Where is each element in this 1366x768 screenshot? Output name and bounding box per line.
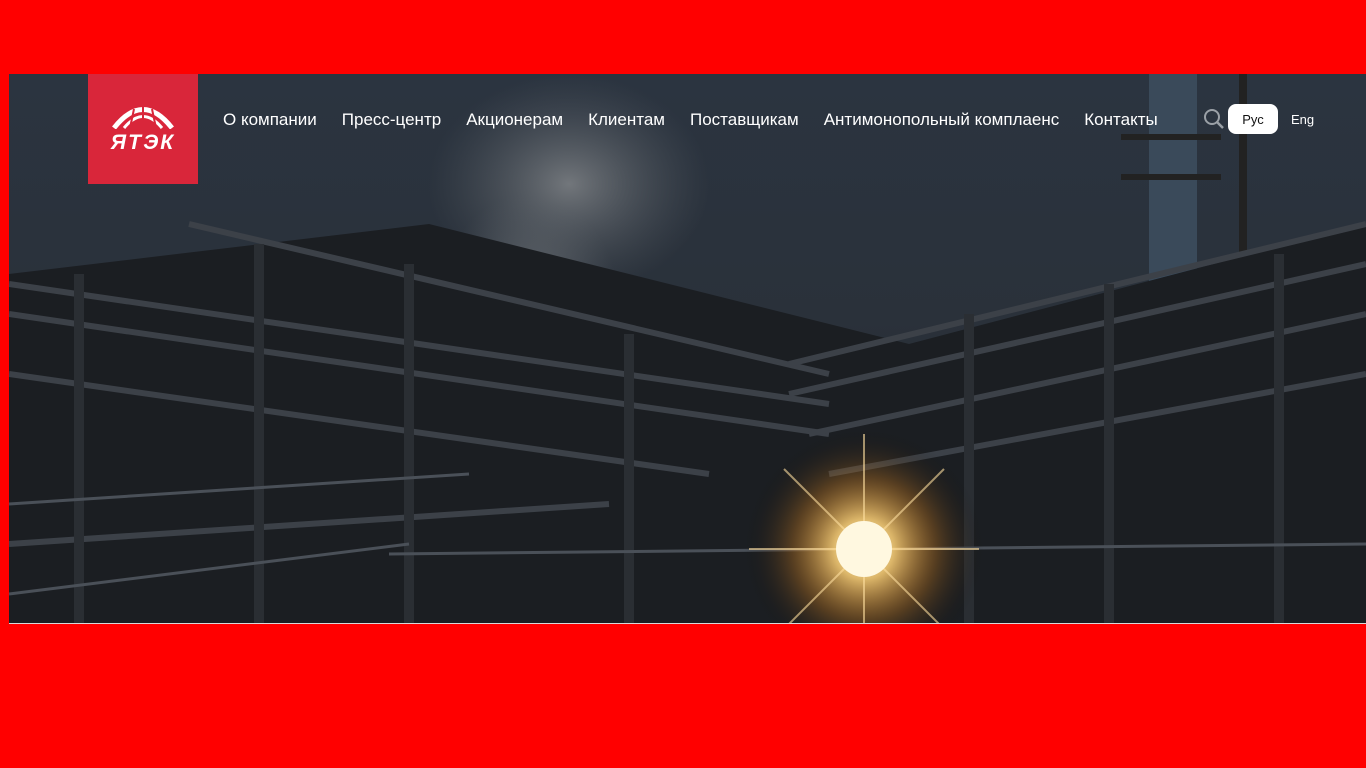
search-icon[interactable] [1203, 108, 1225, 130]
nav-item-suppliers[interactable]: Поставщикам [690, 110, 799, 130]
nav-item-contacts[interactable]: Контакты [1084, 110, 1157, 130]
main-nav: О компании Пресс-центр Акционерам Клиент… [223, 110, 1158, 130]
hero-banner: ЯТЭК О компании Пресс-центр Акционерам К… [9, 74, 1366, 624]
logo-emblem-icon [112, 107, 174, 129]
hero-image [9, 74, 1366, 623]
nav-item-antimonopoly-compliance[interactable]: Антимонопольный комплаенс [824, 110, 1060, 130]
logo-text: ЯТЭК [110, 131, 176, 154]
language-en-link[interactable]: Eng [1291, 112, 1314, 127]
nav-item-clients[interactable]: Клиентам [588, 110, 665, 130]
nav-item-shareholders[interactable]: Акционерам [466, 110, 563, 130]
brand-logo[interactable]: ЯТЭК [88, 74, 198, 184]
nav-item-about[interactable]: О компании [223, 110, 317, 130]
language-ru-button[interactable]: Рус [1228, 104, 1278, 134]
nav-item-press-center[interactable]: Пресс-центр [342, 110, 441, 130]
